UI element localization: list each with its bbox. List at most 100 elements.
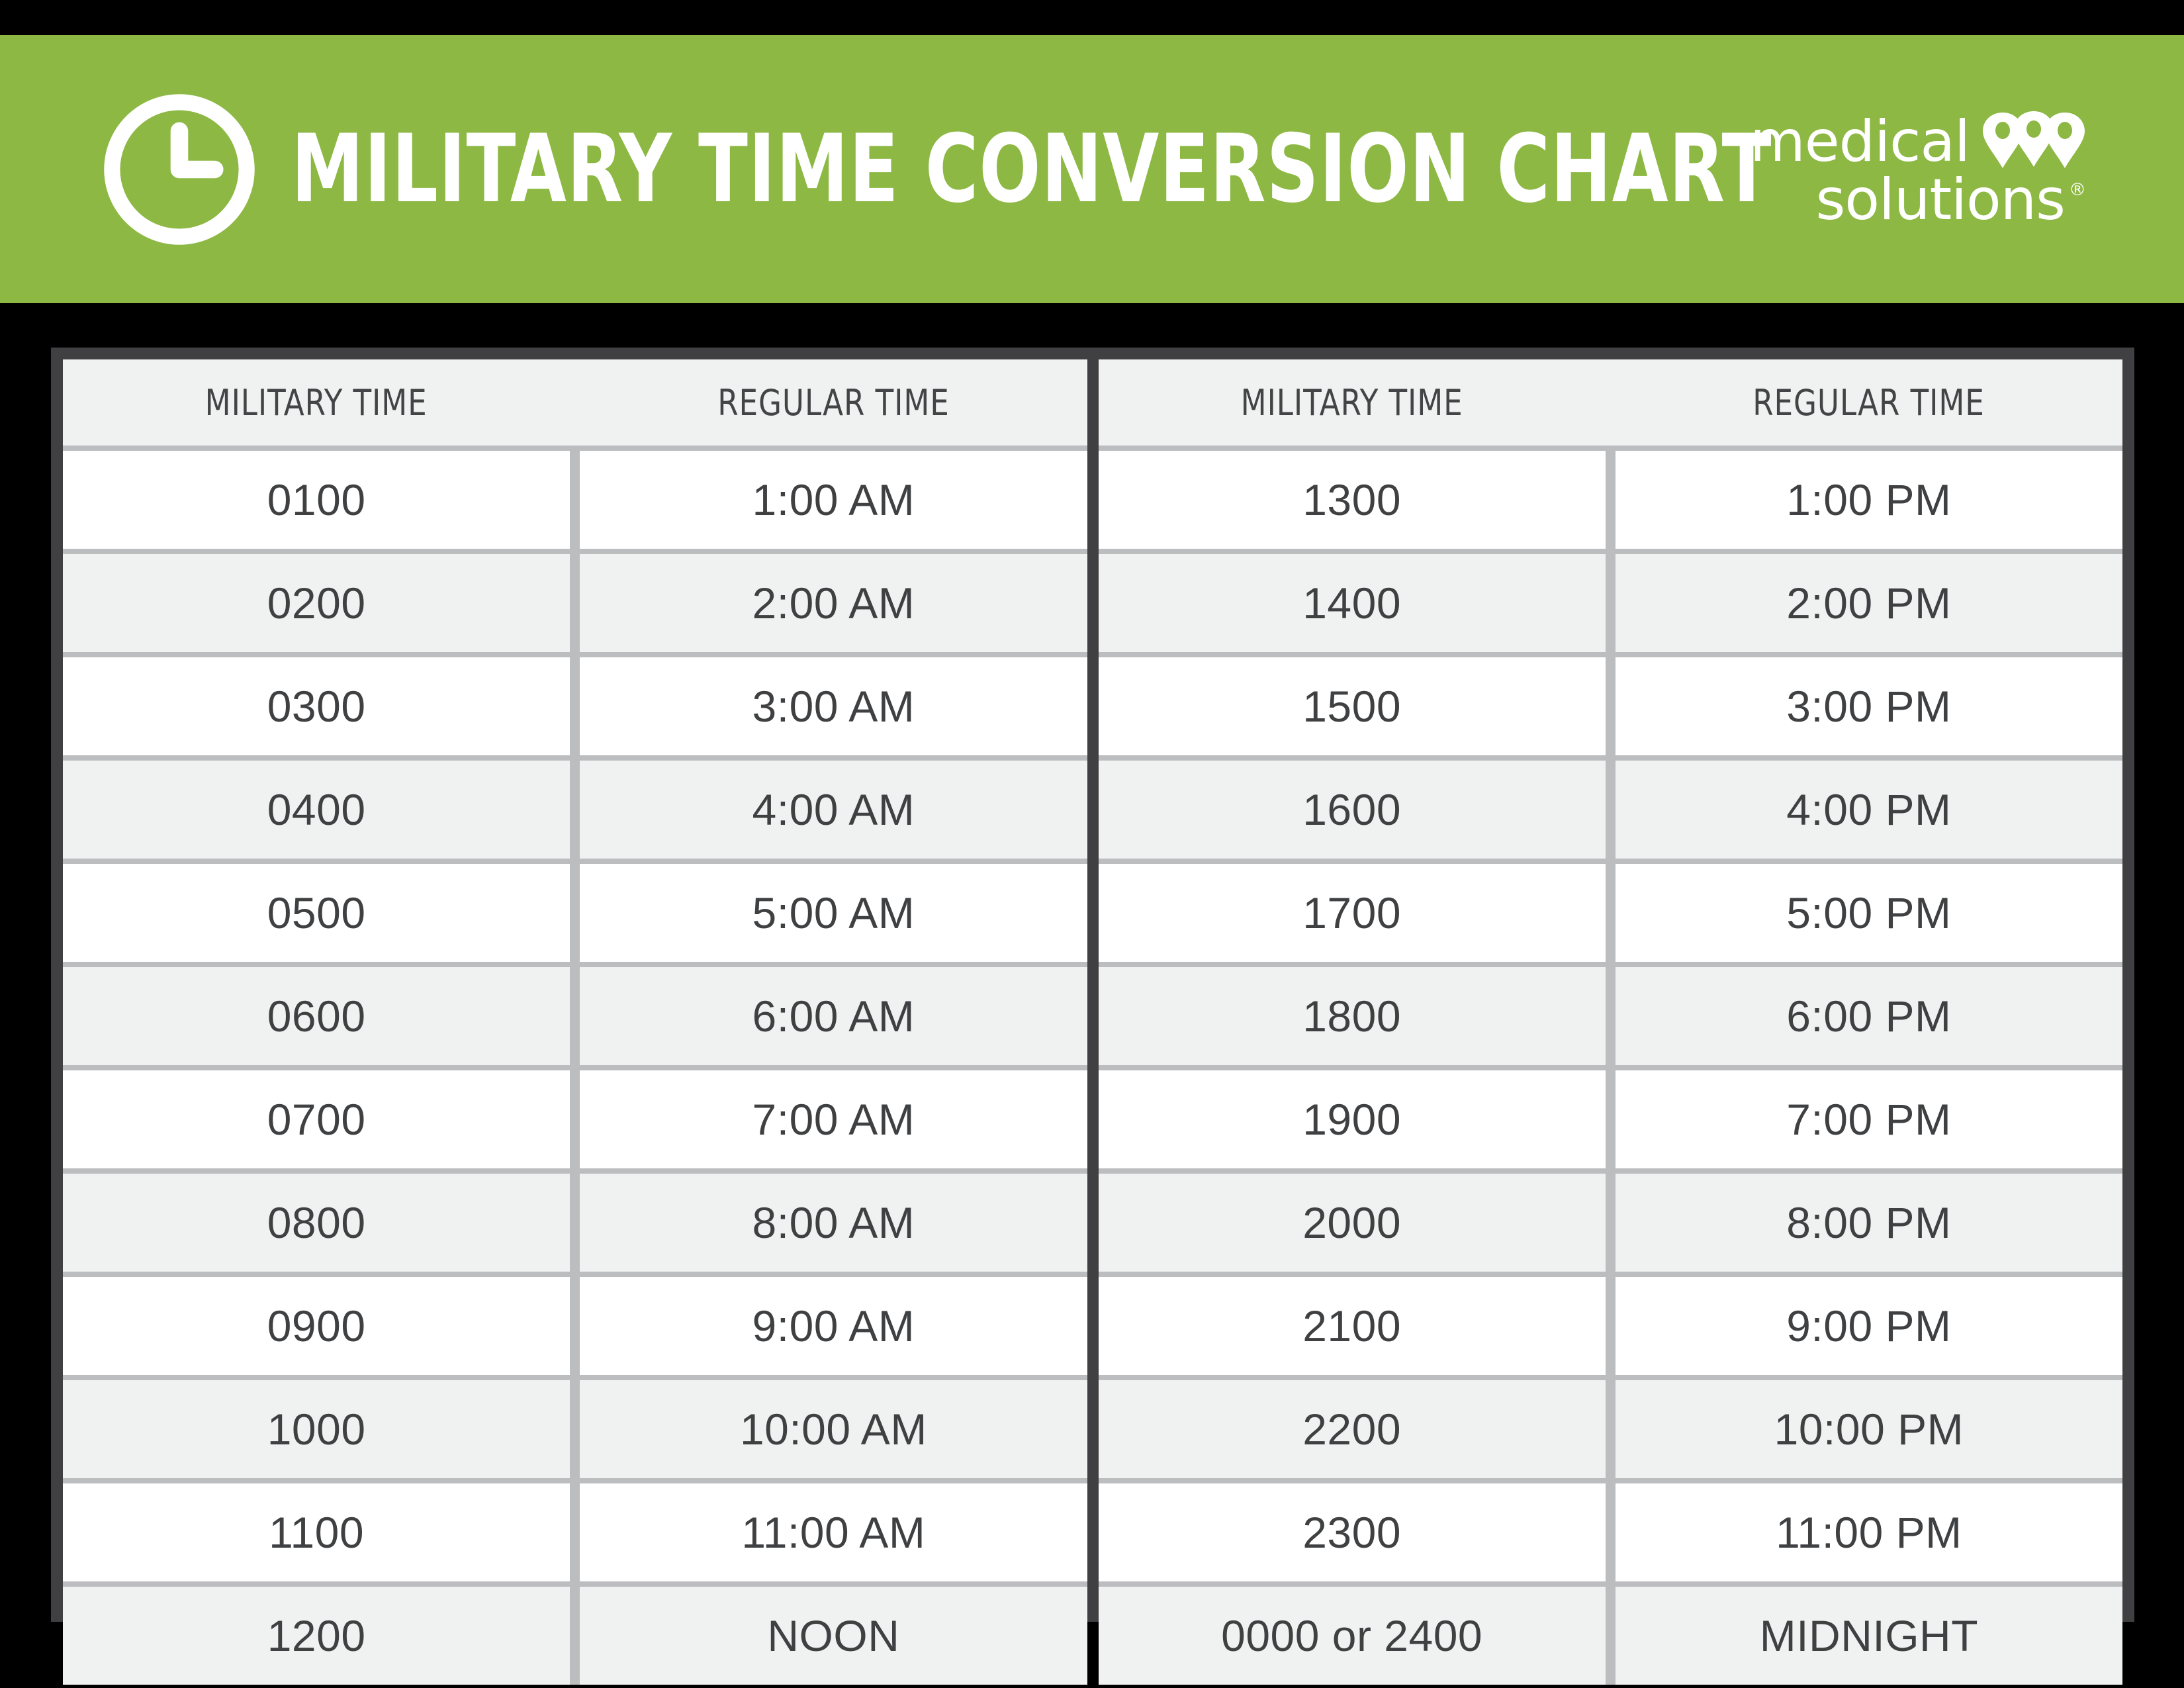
column-separator <box>570 864 580 962</box>
cell-regular-time: 3:00 AM <box>580 657 1087 755</box>
row-separator <box>1098 652 2122 657</box>
cell-regular-time: 2:00 AM <box>580 554 1087 652</box>
cell-value: 7:00 AM <box>752 1095 915 1144</box>
column-separator <box>1605 761 1615 859</box>
cell-regular-time: MIDNIGHT <box>1615 1587 2122 1685</box>
cell-value: 1500 <box>1302 682 1402 731</box>
column-separator <box>1605 1483 1615 1581</box>
cell-value: 0300 <box>267 682 366 731</box>
column-separator <box>1605 864 1615 962</box>
header-left-group: MILITARY TIME CONVERSION CHART <box>99 89 1772 250</box>
column-separator <box>570 1070 580 1168</box>
cell-value: 9:00 PM <box>1786 1301 1952 1350</box>
cell-value: 9:00 AM <box>752 1301 915 1350</box>
table-row: 0400 4:00 AM <box>63 761 1087 859</box>
page-title: MILITARY TIME CONVERSION CHART <box>291 114 1772 224</box>
row-separator <box>1098 1581 2122 1587</box>
cell-military-time: 0700 <box>63 1070 570 1168</box>
table-half-left: MILITARY TIME REGULAR TIME 0100 1:00 AM 0200… <box>63 359 1087 1685</box>
cell-regular-time: 8:00 PM <box>1615 1174 2122 1272</box>
table-header-row: MILITARY TIME REGULAR TIME <box>63 359 1087 445</box>
column-separator <box>1605 451 1615 549</box>
cell-value: 5:00 AM <box>752 888 915 937</box>
cell-value: 1:00 PM <box>1786 475 1952 524</box>
cell-value: 1300 <box>1302 475 1402 524</box>
column-separator <box>570 554 580 652</box>
cell-regular-time: 7:00 AM <box>580 1070 1087 1168</box>
conversion-table: MILITARY TIME REGULAR TIME 0100 1:00 AM 0200… <box>51 348 2134 1685</box>
cell-value: 2300 <box>1302 1508 1402 1557</box>
cell-value: 2200 <box>1302 1405 1402 1454</box>
table-row: 0500 5:00 AM <box>63 864 1087 962</box>
column-separator <box>1605 554 1615 652</box>
column-header-label: MILITARY TIME <box>1240 381 1463 424</box>
cell-military-time: 2200 <box>1098 1380 1606 1478</box>
cell-value: 6:00 AM <box>752 992 915 1041</box>
column-separator <box>570 1277 580 1375</box>
row-separator <box>1098 1478 2122 1483</box>
three-map-pins-icon <box>1981 111 2086 173</box>
column-separator <box>1605 1277 1615 1375</box>
cell-military-time: 1000 <box>63 1380 570 1478</box>
row-separator <box>63 1065 1087 1070</box>
logo-text-solutions: solutions <box>1815 166 2066 233</box>
table-row: 0600 6:00 AM <box>63 967 1087 1065</box>
column-header-regular-time: REGULAR TIME <box>1615 359 2122 445</box>
row-separator <box>1098 962 2122 967</box>
cell-value: 0800 <box>267 1198 366 1247</box>
column-header-label: MILITARY TIME <box>205 381 428 424</box>
cell-value: 2:00 AM <box>752 579 915 628</box>
column-separator <box>1605 1070 1615 1168</box>
cell-value: 1600 <box>1302 785 1402 834</box>
cell-value: 5:00 PM <box>1786 888 1952 937</box>
column-separator <box>570 451 580 549</box>
table-row: 1900 7:00 PM <box>1098 1070 2122 1168</box>
cell-value: 10:00 PM <box>1774 1405 1964 1454</box>
row-separator <box>1098 1272 2122 1277</box>
cell-value: 8:00 AM <box>752 1198 915 1247</box>
cell-military-time: 0100 <box>63 451 570 549</box>
column-separator <box>570 359 580 445</box>
column-separator <box>570 761 580 859</box>
cell-military-time: 0300 <box>63 657 570 755</box>
table-row: 0300 3:00 AM <box>63 657 1087 755</box>
table-row: 0900 9:00 AM <box>63 1277 1087 1375</box>
column-header-label: REGULAR TIME <box>717 381 950 424</box>
table-row: 1000 10:00 AM <box>63 1380 1087 1478</box>
cell-military-time: 1200 <box>63 1587 570 1685</box>
table-header-row: MILITARY TIME REGULAR TIME <box>1098 359 2122 445</box>
cell-regular-time: 5:00 AM <box>580 864 1087 962</box>
column-separator <box>1605 1174 1615 1272</box>
table-row: 1800 6:00 PM <box>1098 967 2122 1065</box>
row-separator <box>63 549 1087 554</box>
row-separator <box>1098 859 2122 864</box>
cell-military-time: 1500 <box>1098 657 1606 755</box>
cell-value: 3:00 PM <box>1786 682 1952 731</box>
row-separator <box>63 652 1087 657</box>
table-row: 1500 3:00 PM <box>1098 657 2122 755</box>
cell-military-time: 0200 <box>63 554 570 652</box>
cell-military-time: 1800 <box>1098 967 1606 1065</box>
cell-regular-time: 10:00 PM <box>1615 1380 2122 1478</box>
cell-military-time: 2100 <box>1098 1277 1606 1375</box>
row-separator <box>1098 1168 2122 1174</box>
table-row: 2200 10:00 PM <box>1098 1380 2122 1478</box>
cell-value: 0000 or 2400 <box>1221 1611 1483 1660</box>
cell-military-time: 0800 <box>63 1174 570 1272</box>
row-separator <box>1098 549 2122 554</box>
row-separator <box>1098 445 2122 451</box>
cell-regular-time: 6:00 PM <box>1615 967 2122 1065</box>
row-separator <box>63 1168 1087 1174</box>
column-separator <box>1605 657 1615 755</box>
header-banner: MILITARY TIME CONVERSION CHART medical s… <box>0 35 2184 303</box>
cell-military-time: 0400 <box>63 761 570 859</box>
cell-regular-time: 4:00 PM <box>1615 761 2122 859</box>
column-separator <box>1605 1587 1615 1685</box>
cell-value: 11:00 AM <box>741 1508 926 1557</box>
page-root: MILITARY TIME CONVERSION CHART medical s… <box>0 0 2184 1688</box>
cell-military-time: 1100 <box>63 1483 570 1581</box>
column-separator <box>570 1587 580 1685</box>
cell-value: 11:00 PM <box>1776 1508 1962 1557</box>
cell-regular-time: NOON <box>580 1587 1087 1685</box>
cell-value: 1200 <box>267 1611 366 1660</box>
